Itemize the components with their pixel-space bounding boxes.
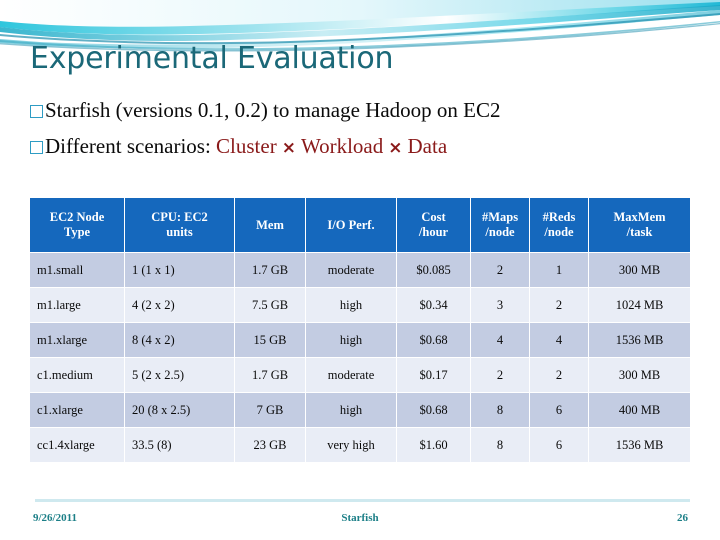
table-cell: c1.xlarge (30, 393, 124, 427)
column-header-maxmem-per-task: MaxMem /task (589, 198, 690, 252)
table-cell: 4 (471, 323, 529, 357)
ec2-node-spec-table: EC2 Node Type CPU: EC2 units Mem I/O Per… (29, 197, 691, 463)
table-cell: 2 (471, 358, 529, 392)
table-cell: 8 (471, 393, 529, 427)
table-header-row: EC2 Node Type CPU: EC2 units Mem I/O Per… (30, 198, 690, 252)
table-body: m1.small 1 (1 x 1) 1.7 GB moderate $0.085 2 1 3… (30, 253, 690, 462)
table-cell: 8 (4 x 2) (125, 323, 234, 357)
table-row: m1.large 4 (2 x 2) 7.5 GB high $0.34 3 2 1024 M… (30, 288, 690, 322)
footer-title: Starfish (341, 512, 379, 524)
table-cell: 15 GB (235, 323, 305, 357)
table-cell: moderate (306, 358, 396, 392)
table-cell: m1.small (30, 253, 124, 287)
table-cell: 3 (471, 288, 529, 322)
table-row: m1.small 1 (1 x 1) 1.7 GB moderate $0.085 2 1 3… (30, 253, 690, 287)
table-cell: 2 (471, 253, 529, 287)
table-cell: 2 (530, 358, 588, 392)
footer-divider (35, 499, 690, 502)
table-cell: $0.68 (397, 323, 470, 357)
table-cell: high (306, 323, 396, 357)
table-cell: m1.large (30, 288, 124, 322)
footer-page-number: 26 (677, 512, 688, 524)
table-cell: very high (306, 428, 396, 462)
table-cell: 1024 MB (589, 288, 690, 322)
table-cell: 1 (530, 253, 588, 287)
table-cell: 33.5 (8) (125, 428, 234, 462)
table-cell: 1536 MB (589, 428, 690, 462)
multiply-icon: × (281, 138, 296, 158)
column-header-maps-per-node: #Maps /node (471, 198, 529, 252)
bullet-item-2: Different scenarios: Cluster × Workload × Da… (30, 134, 700, 170)
table-cell: moderate (306, 253, 396, 287)
table-cell: 2 (530, 288, 588, 322)
table-cell: c1.medium (30, 358, 124, 392)
column-header-cost-per-hour: Cost /hour (397, 198, 470, 252)
table-row: c1.xlarge 20 (8 x 2.5) 7 GB high $0.68 8 6 400 … (30, 393, 690, 427)
table-cell: 1.7 GB (235, 358, 305, 392)
table-cell: m1.xlarge (30, 323, 124, 357)
table-head: EC2 Node Type CPU: EC2 units Mem I/O Per… (30, 198, 690, 252)
table-cell: $0.17 (397, 358, 470, 392)
scenario-term-workload: Workload (300, 134, 384, 158)
scenario-term-data: Data (407, 134, 448, 158)
table-cell: 23 GB (235, 428, 305, 462)
scenario-term-cluster: Cluster (216, 134, 277, 158)
bullet-item-1: Starfish (versions 0.1, 0.2) to manage H… (30, 98, 700, 134)
table-cell: high (306, 288, 396, 322)
table-cell: 300 MB (589, 253, 690, 287)
table-cell: 300 MB (589, 358, 690, 392)
table-cell: $0.085 (397, 253, 470, 287)
table-row: c1.medium 5 (2 x 2.5) 1.7 GB moderate $0.17 2… (30, 358, 690, 392)
table-row: cc1.4xlarge 33.5 (8) 23 GB very high $1.60 8 6… (30, 428, 690, 462)
table-cell: 1536 MB (589, 323, 690, 357)
multiply-icon: × (388, 138, 403, 158)
slide-title: Experimental Evaluation (30, 41, 394, 76)
table-cell: 8 (471, 428, 529, 462)
column-header-reds-per-node: #Reds /node (530, 198, 588, 252)
table-cell: $0.34 (397, 288, 470, 322)
table-cell: 7 GB (235, 393, 305, 427)
table-cell: 6 (530, 428, 588, 462)
table-cell: 7.5 GB (235, 288, 305, 322)
table-cell: 4 (530, 323, 588, 357)
hollow-square-bullet-icon (30, 105, 43, 118)
bullet-item-2-lead: Different scenarios: (45, 134, 217, 158)
bullet-list: Starfish (versions 0.1, 0.2) to manage H… (30, 98, 700, 170)
table-cell: 6 (530, 393, 588, 427)
table-cell: $1.60 (397, 428, 470, 462)
table-cell: 400 MB (589, 393, 690, 427)
table-cell: 5 (2 x 2.5) (125, 358, 234, 392)
table-row: m1.xlarge 8 (4 x 2) 15 GB high $0.68 4 4 1536 M… (30, 323, 690, 357)
table-cell: 1.7 GB (235, 253, 305, 287)
table-cell: high (306, 393, 396, 427)
column-header-io-perf: I/O Perf. (306, 198, 396, 252)
slide-footer: 9/26/2011 Starfish 26 (30, 512, 690, 528)
table-cell: 1 (1 x 1) (125, 253, 234, 287)
column-header-cpu-ec2-units: CPU: EC2 units (125, 198, 234, 252)
table-cell: 20 (8 x 2.5) (125, 393, 234, 427)
bullet-item-1-text: Starfish (versions 0.1, 0.2) to manage H… (45, 98, 501, 122)
table-cell: 4 (2 x 2) (125, 288, 234, 322)
table-cell: $0.68 (397, 393, 470, 427)
hollow-square-bullet-icon (30, 141, 43, 154)
column-header-ec2-node-type: EC2 Node Type (30, 198, 124, 252)
table-cell: cc1.4xlarge (30, 428, 124, 462)
column-header-mem: Mem (235, 198, 305, 252)
